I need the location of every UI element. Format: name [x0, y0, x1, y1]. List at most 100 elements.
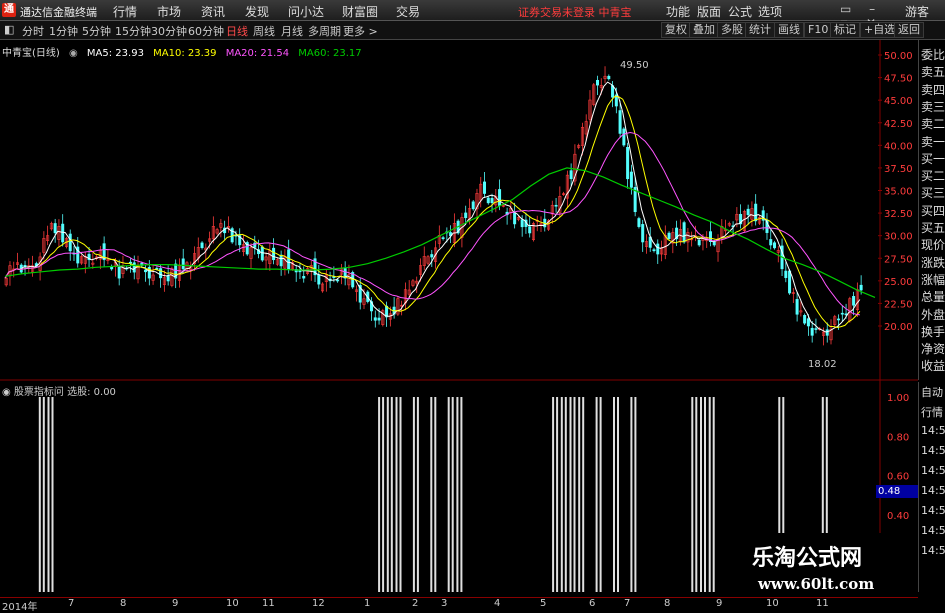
- indicator-axis: 1.00 0.80 0.60 0.40: [887, 393, 909, 522]
- candle-body: [840, 312, 844, 315]
- ma20-line: [4, 131, 860, 316]
- indicator-legend: ◉ 股票指标问 选股: 0.00: [2, 383, 116, 398]
- candle-body: [712, 241, 716, 246]
- candle-body: [279, 254, 283, 267]
- candle-body: [637, 218, 641, 227]
- candle-body: [117, 266, 121, 279]
- settings-icon[interactable]: ◉: [69, 48, 78, 59]
- candle-body: [641, 224, 645, 243]
- price-tick: 32.50: [884, 209, 913, 220]
- quote-field-label: 委比: [921, 48, 945, 62]
- candle-body: [528, 226, 532, 234]
- candle-body: [441, 237, 445, 239]
- signal-bar: [578, 397, 581, 592]
- price-tick: 37.50: [884, 164, 913, 175]
- indicator-settings-icon[interactable]: ◉: [2, 387, 11, 398]
- signal-bar: [430, 397, 433, 592]
- signal-bar: [704, 397, 706, 592]
- date-tick: 9: [172, 598, 179, 609]
- date-tick: 7: [624, 598, 631, 609]
- indicator-value: 选股: 0.00: [67, 387, 116, 398]
- ma10-label: MA10: 23.39: [153, 48, 217, 59]
- date-tick: 8: [120, 598, 127, 609]
- date-tick: 5: [540, 598, 547, 609]
- date-axis: 2014年 7 8 9 10 11 12 1 2 3 4 5 6 7 8 9 10 11: [0, 597, 918, 613]
- price-tick: 30.00: [884, 232, 913, 243]
- indicator-title[interactable]: 股票指标问: [14, 387, 64, 398]
- tick-time: 行情: [921, 406, 943, 419]
- price-tick: 47.50: [884, 74, 913, 85]
- price-tick: 42.50: [884, 119, 913, 130]
- signal-bar: [569, 397, 572, 592]
- signal-bar: [556, 397, 559, 592]
- candle-body: [23, 265, 27, 267]
- candle-body: [788, 270, 792, 294]
- price-tick: 50.00: [884, 51, 913, 62]
- ma-legend: 中青宝(日线) ◉ MA5: 23.93 MA10: 23.39 MA20: 2…: [2, 44, 368, 59]
- candle-body: [68, 233, 72, 252]
- candle-body: [626, 146, 630, 180]
- candle-body: [682, 222, 686, 243]
- candle-body: [656, 243, 660, 255]
- candle-body: [200, 242, 204, 249]
- quote-field-label: 买四: [921, 203, 945, 218]
- ma60-label: MA60: 23.17: [298, 48, 362, 59]
- chart-canvas[interactable]: 50.00 47.50 45.00 42.50 40.00 37.50 35.00 32.50…: [0, 0, 945, 609]
- candle-body: [373, 317, 377, 321]
- date-tick: 2014年: [2, 602, 38, 613]
- quote-field-label: 买三: [921, 186, 945, 201]
- indicator-tick: 0.60: [887, 472, 909, 483]
- signal-bar: [38, 397, 41, 592]
- candle-body: [629, 171, 633, 188]
- signal-bar: [700, 397, 702, 592]
- signal-bar: [582, 397, 585, 592]
- signal-bar: [395, 397, 398, 592]
- quote-field-label: 换手: [921, 324, 945, 339]
- signal-bar: [399, 397, 402, 592]
- date-tick: 1: [364, 598, 371, 609]
- signal-bar: [564, 397, 567, 592]
- signal-bar: [412, 397, 415, 592]
- signal-bar: [451, 397, 454, 592]
- signal-bar: [382, 397, 385, 592]
- signal-bar: [708, 397, 711, 592]
- price-tick: 40.00: [884, 141, 913, 152]
- date-tick: 12: [312, 598, 325, 609]
- candle-body: [825, 329, 829, 336]
- stock-title[interactable]: 中青宝(日线): [2, 48, 60, 59]
- ma5-label: MA5: 23.93: [86, 48, 144, 59]
- quote-field-label: 涨跌: [921, 255, 945, 270]
- candle-body: [803, 315, 807, 324]
- candlesticks: [4, 66, 863, 346]
- signal-bar: [573, 397, 576, 592]
- candle-body: [471, 201, 475, 210]
- tick-time: 14:50: [921, 464, 945, 477]
- quote-field-label: 买五: [921, 221, 945, 235]
- signal-bar: [51, 397, 54, 592]
- candle-body: [287, 249, 291, 270]
- candle-body: [554, 204, 558, 207]
- candle-body: [697, 239, 701, 246]
- candle-body: [773, 242, 777, 249]
- candle-body: [769, 239, 773, 246]
- signal-bar: [447, 397, 450, 592]
- candle-body: [159, 268, 163, 279]
- signal-bar: [630, 397, 633, 592]
- candle-body: [806, 318, 810, 327]
- candle-body: [859, 284, 863, 291]
- date-tick: 6: [589, 598, 596, 609]
- quote-field-label: 现价: [921, 238, 945, 253]
- quote-field-label: 卖四: [921, 82, 945, 97]
- signal-bar: [595, 397, 598, 592]
- date-tick: 9: [716, 598, 723, 609]
- price-tick: 22.50: [884, 299, 913, 310]
- candle-body: [377, 317, 381, 321]
- current-value-box: 0.48: [876, 485, 918, 498]
- signal-bar: [47, 397, 50, 592]
- candle-body: [852, 296, 856, 306]
- date-tick: 11: [816, 598, 829, 609]
- candle-body: [618, 110, 622, 134]
- date-tick: 10: [766, 598, 779, 609]
- quote-panel: 委比 卖五 卖四 卖三 卖二 卖一 买一 买二 买三 买四 买五 现价 涨跌 涨幅 总量 外盘 换手 净资 收益: [918, 40, 945, 380]
- tick-time: 自动: [921, 386, 943, 399]
